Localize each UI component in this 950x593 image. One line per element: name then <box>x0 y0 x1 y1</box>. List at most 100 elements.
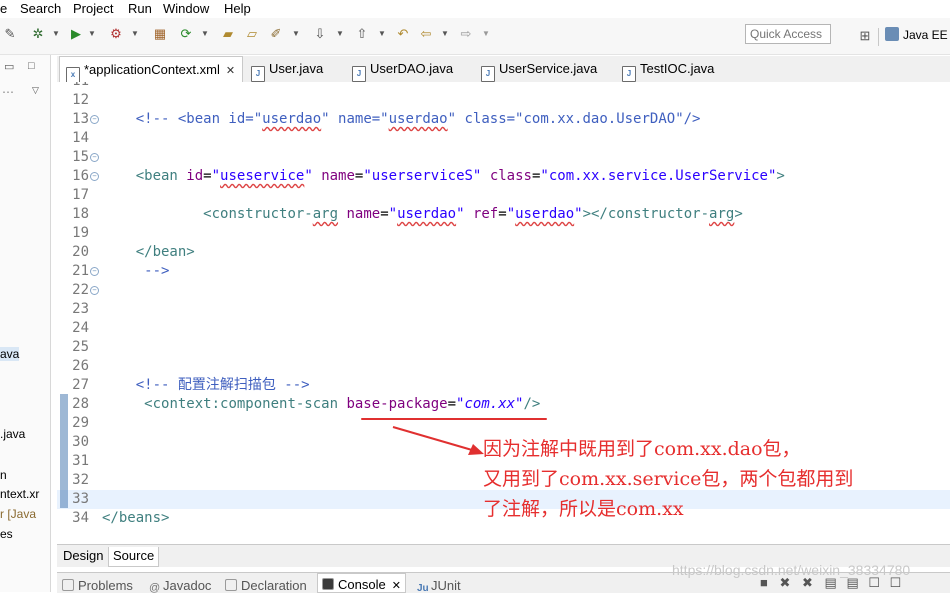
chevron-down-icon[interactable]: ▼ <box>292 26 300 42</box>
last-edit-icon[interactable]: ↶ <box>395 26 411 42</box>
fold-toggle-icon[interactable]: − <box>90 172 99 181</box>
explorer-item[interactable]: es <box>0 527 13 541</box>
fold-toggle-icon[interactable]: − <box>90 115 99 124</box>
code-line[interactable]: 29 <box>57 414 950 433</box>
tab-javadoc[interactable]: @ Javadoc <box>149 577 211 593</box>
menu-run[interactable]: Run <box>128 1 152 16</box>
code-token: " <box>304 168 313 184</box>
prev-annotation-icon[interactable]: ⇧ <box>354 26 370 42</box>
tab-problems[interactable]: Problems <box>62 577 133 593</box>
code-line[interactable]: 22− <box>57 281 950 300</box>
tab-testioc-java[interactable]: J TestIOC.java <box>616 56 714 82</box>
code-line[interactable]: 11 <box>57 82 950 91</box>
debug-icon[interactable]: ✲ <box>30 26 46 42</box>
code-line[interactable]: 13− <!-- <bean id="userdao" name="userda… <box>57 110 950 129</box>
menu-edit[interactable]: e <box>0 1 7 16</box>
maximize-icon[interactable]: □ <box>28 60 35 72</box>
view-menu-icon[interactable]: ▽ <box>32 85 39 96</box>
line-number: 24 <box>72 320 89 336</box>
chevron-down-icon[interactable]: ▼ <box>88 26 96 42</box>
line-number: 15 <box>72 149 89 165</box>
code-line[interactable]: 15− <box>57 148 950 167</box>
code-line[interactable]: 12 <box>57 91 950 110</box>
perspective-java-ee[interactable]: Java EE <box>885 27 948 42</box>
open-folder-icon[interactable]: ▰ <box>220 26 236 42</box>
tab-console[interactable]: Console ✕ <box>317 573 406 593</box>
code-token: <context:component-scan <box>144 396 347 412</box>
fold-toggle-icon[interactable]: − <box>90 286 99 295</box>
tab-design[interactable]: Design <box>59 547 107 567</box>
chevron-down-icon[interactable]: ▼ <box>482 26 490 42</box>
tab-userdao-java[interactable]: J UserDAO.java <box>346 56 453 82</box>
code-line[interactable]: 19 <box>57 224 950 243</box>
run-tools-icon[interactable]: ⚙ <box>108 26 124 42</box>
folder-icon[interactable]: ▱ <box>244 26 260 42</box>
tab-label: Javadoc <box>163 578 212 593</box>
explorer-item[interactable]: n <box>0 468 7 482</box>
code-line[interactable]: 17 <box>57 186 950 205</box>
code-token: ></constructor- <box>582 206 710 222</box>
code-line[interactable]: 23 <box>57 300 950 319</box>
minimize-icon[interactable]: ▭ <box>4 60 14 73</box>
fold-toggle-icon[interactable]: − <box>90 153 99 162</box>
tab-declaration[interactable]: Declaration <box>225 577 307 593</box>
menu-project[interactable]: Project <box>73 1 113 16</box>
tab-junit[interactable]: Ju JUnit <box>417 577 461 593</box>
code-line[interactable]: 21− --> <box>57 262 950 281</box>
chevron-down-icon[interactable]: ▼ <box>131 26 139 42</box>
chevron-down-icon[interactable]: ▼ <box>441 26 449 42</box>
menu-help[interactable]: Help <box>224 1 251 16</box>
pin-icon[interactable]: ✎ <box>2 26 18 42</box>
tab-source[interactable]: Source <box>108 547 160 567</box>
chevron-down-icon[interactable]: ▼ <box>201 26 209 42</box>
chevron-down-icon[interactable]: ▼ <box>52 26 60 42</box>
refresh-icon[interactable]: ⟳ <box>178 26 194 42</box>
code-line[interactable]: 14 <box>57 129 950 148</box>
explorer-item[interactable]: r [Java <box>0 507 36 521</box>
explorer-item[interactable]: ntext.xr <box>0 487 39 501</box>
tab-applicationcontext-xml[interactable]: x *applicationContext.xml ✕ <box>59 56 243 83</box>
close-icon[interactable]: ✕ <box>226 58 235 84</box>
open-perspective-icon[interactable]: ⊞ <box>857 28 873 44</box>
chevron-down-icon[interactable]: ▼ <box>378 26 386 42</box>
fold-toggle-icon[interactable]: − <box>90 267 99 276</box>
quick-access-input[interactable] <box>745 24 831 44</box>
close-icon[interactable]: ✕ <box>392 580 401 592</box>
explorer-item[interactable]: .java <box>0 427 25 441</box>
code-line[interactable]: 26 <box>57 357 950 376</box>
menu-search[interactable]: Search <box>20 1 61 16</box>
explorer-item[interactable]: ava <box>0 347 20 361</box>
chevron-down-icon[interactable]: ▼ <box>336 26 344 42</box>
package-icon[interactable]: ▦ <box>152 26 168 42</box>
code-line[interactable]: 25 <box>57 338 950 357</box>
brush-icon[interactable]: ✐ <box>268 26 284 42</box>
tab-userservice-java[interactable]: J UserService.java <box>475 56 597 82</box>
code-line[interactable]: 27 <!-- 配置注解扫描包 --> <box>57 376 950 395</box>
line-number: 32 <box>72 472 89 488</box>
java-file-icon: J <box>352 66 366 82</box>
tab-label: User.java <box>269 61 324 76</box>
link-icon[interactable]: ⋯ <box>2 85 14 99</box>
next-annotation-icon[interactable]: ⇩ <box>312 26 328 42</box>
menu-window[interactable]: Window <box>163 1 209 16</box>
code-line[interactable]: 28 <context:component-scan base-package=… <box>57 395 950 414</box>
tab-user-java[interactable]: J User.java <box>245 56 323 82</box>
code-token: = <box>380 206 389 222</box>
line-number: 16 <box>72 168 89 184</box>
line-number: 29 <box>72 415 89 431</box>
code-token: " <box>574 206 583 222</box>
code-line[interactable]: 20 </bean> <box>57 243 950 262</box>
code-token: " <box>456 206 465 222</box>
code-token: <constructor- <box>203 206 313 222</box>
code-line[interactable]: 16− <bean id="useservice" name="userserv… <box>57 167 950 186</box>
back-icon[interactable]: ⇦ <box>418 26 434 42</box>
code-line[interactable]: 24 <box>57 319 950 338</box>
tab-label: Console <box>338 577 386 592</box>
run-icon[interactable]: ▶ <box>68 26 84 42</box>
forward-icon[interactable]: ⇨ <box>458 26 474 42</box>
code-line[interactable]: 18 <constructor-arg name="userdao" ref="… <box>57 205 950 224</box>
annotation-text-line: 又用到了com.xx.service包，两个包都用到 <box>483 468 854 490</box>
